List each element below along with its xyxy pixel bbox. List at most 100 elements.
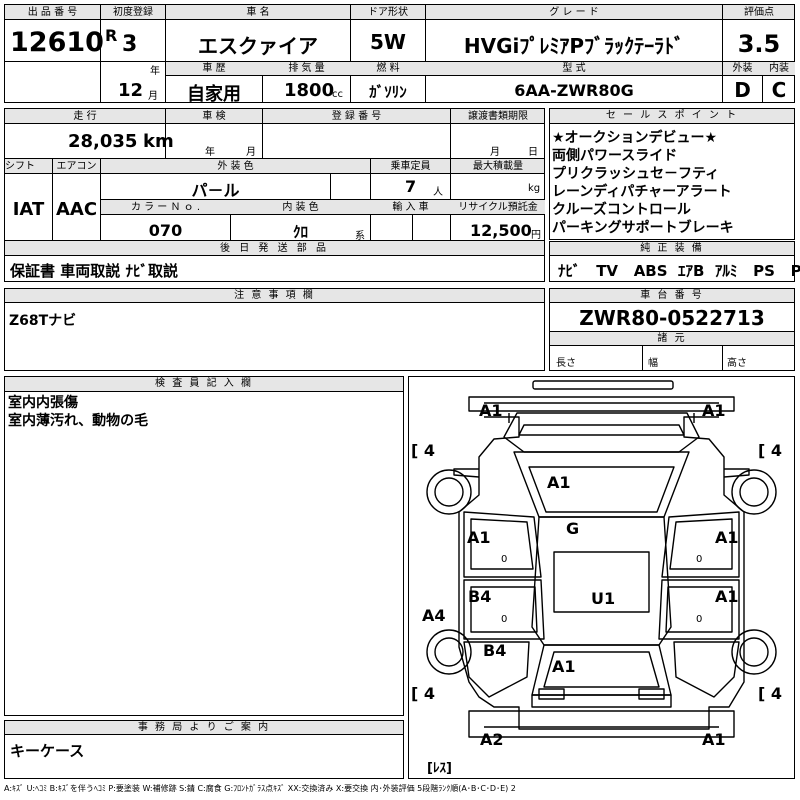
grade-label: グ レ ー ド — [549, 7, 599, 18]
tire-depth-front-left: [ 4 — [411, 441, 435, 460]
office-text: キーケース — [10, 742, 85, 760]
mark-windshield: G — [566, 519, 579, 538]
mark-front-left: A1 — [479, 401, 503, 420]
equip-item: ｱﾙﾐ — [714, 262, 738, 280]
mark-rear-right: A1 — [702, 730, 726, 749]
inspection-label: 車 検 — [202, 111, 226, 122]
equip-item: ﾅﾋﾞ — [558, 262, 581, 280]
tire-rear-right — [731, 629, 777, 675]
displacement-label: 排 気 量 — [288, 63, 325, 74]
door-label: ドア形状 — [368, 7, 408, 18]
door-mark: 0 — [501, 554, 507, 565]
equipment-list: ﾅﾋﾞ TV ABS ｴｱB ｱﾙﾐ PS PW — [558, 260, 800, 281]
chassis-number: ZWR80-0522713 — [579, 306, 765, 330]
mark-rear-hatch: A1 — [552, 657, 576, 676]
mark-right-front-door: A1 — [715, 528, 739, 547]
mark-left-rear-door: B4 — [468, 587, 491, 606]
mark-rear-left: A2 — [480, 730, 504, 749]
score-label: 評価点 — [744, 7, 774, 18]
insp-year-unit: 年 — [205, 147, 215, 158]
windshield-outline — [513, 451, 690, 518]
fuel: ｶﾞｿﾘﾝ — [369, 83, 407, 101]
capacity: 7 — [405, 177, 417, 196]
equip-item: TV — [596, 262, 619, 280]
sales-point-label: セ ー ル ス ポ イ ン ト — [550, 109, 794, 124]
int-label: 内装 — [769, 63, 789, 74]
rear-bumper — [468, 710, 735, 738]
int-grade: C — [771, 78, 787, 102]
later-parts: 保証書 車両取説 ﾅﾋﾞ取説 — [10, 262, 178, 280]
mark-left-quarter: B4 — [483, 641, 506, 660]
displacement: 1800 — [284, 80, 335, 101]
mark-hood: A1 — [547, 473, 571, 492]
inspector-label: 検 査 員 記 入 欄 — [5, 377, 403, 392]
ac-label: エアコン — [56, 161, 97, 172]
shift: IAT — [12, 199, 45, 220]
year-unit: 年 — [150, 66, 160, 77]
month-unit: 月 — [148, 91, 158, 102]
tire-rear-left — [426, 629, 472, 675]
roof-outline — [531, 516, 672, 646]
color-no: 070 — [148, 221, 183, 240]
mileage: 28,035 — [68, 131, 138, 152]
car-name: エスクァイア — [198, 34, 318, 58]
door-mark: 0 — [501, 614, 507, 625]
lot-label: 出 品 番 号 — [27, 7, 78, 18]
right-quarter — [673, 641, 740, 698]
recycle-unit: 円 — [531, 230, 541, 241]
inspector-line: 室内内張傷 — [8, 395, 78, 411]
sales-line: パーキングサポートブレーキ — [552, 220, 734, 236]
equip-item: PW — [790, 262, 800, 280]
car-name-label: 車 名 — [246, 7, 270, 18]
displacement-unit: cc — [332, 89, 343, 100]
model-code: 6AA-ZWR80G — [514, 81, 634, 100]
hood-outline — [503, 412, 700, 453]
reg-month: 12 — [118, 80, 144, 101]
inspector-notes: 室内内張傷 室内薄汚れ、動物の毛 — [8, 394, 148, 430]
tire-depth-front-right: [ 4 — [758, 441, 782, 460]
capacity-label: 乗車定員 — [390, 161, 431, 172]
door-mark: 0 — [696, 554, 702, 565]
door-mark: 0 — [696, 614, 702, 625]
recycle: 12,500 — [470, 221, 532, 240]
mark-right-rear-door: A1 — [715, 587, 739, 606]
sales-line: レーンディパチャーアラート — [552, 184, 732, 200]
interior-color: ｸﾛ — [292, 223, 308, 241]
sales-line: 両側パワースライド — [552, 148, 678, 164]
era: R — [105, 26, 118, 45]
equip-item: ｴｱB — [678, 262, 705, 280]
transfer-label: 譲渡書類期限 — [468, 111, 528, 122]
history-label: 車 歴 — [202, 63, 226, 74]
history: 自家用 — [187, 84, 241, 105]
load-unit: kg — [528, 183, 541, 194]
sales-point-lines: ★オークションデビュー★ 両側パワースライド プリクラッシュセ－フティ レーンデ… — [552, 129, 734, 237]
tire-depth-rear-left: [ 4 — [411, 684, 435, 703]
chassis-label: 車 台 番 号 — [550, 289, 794, 303]
shift-label: シフト — [5, 161, 35, 172]
office-label: 事 務 局 よ り ご 案 内 — [5, 721, 403, 735]
mark-left-front-door: A1 — [467, 528, 491, 547]
sales-line: プリクラッシュセ－フティ — [552, 166, 720, 182]
dims-label: 諸 元 — [550, 332, 794, 346]
dim-length: 長さ — [556, 358, 576, 369]
fuel-label: 燃 料 — [376, 63, 400, 74]
transfer-day-unit: 日 — [528, 147, 538, 158]
sales-line: ★オークションデビュー★ — [552, 130, 718, 146]
equip-item: ABS — [633, 262, 668, 280]
lot-number: 12610 — [10, 27, 104, 58]
tire-front-left — [426, 469, 472, 515]
mark-front-right: A1 — [702, 401, 726, 420]
color: パ－ル — [191, 181, 240, 200]
model-label: 型 式 — [562, 63, 586, 74]
door-type: 5W — [370, 30, 406, 54]
notes-label: 注 意 事 項 欄 — [5, 289, 544, 303]
transfer-month-unit: 月 — [490, 147, 500, 158]
vehicle-diagram: A1 A1 A1 G A1 A1 B4 A1 U1 A4 B4 A1 A2 A1… — [408, 376, 795, 779]
equip-item: PS — [753, 262, 775, 280]
load-label: 最大積載量 — [473, 161, 523, 172]
tire-depth-rear-right: [ 4 — [758, 684, 782, 703]
spare-tire: [ﾚｽ] — [427, 761, 452, 776]
color-no-label: カ ラ ー Ｎ ｏ . — [130, 202, 201, 213]
ext-label: 外装 — [732, 63, 753, 74]
legend: A:ｷｽﾞ U:ﾍｺﾐ B:ｷｽﾞを伴うﾍｺﾐ P:要塗装 W:補修跡 S:錆 … — [4, 784, 516, 793]
